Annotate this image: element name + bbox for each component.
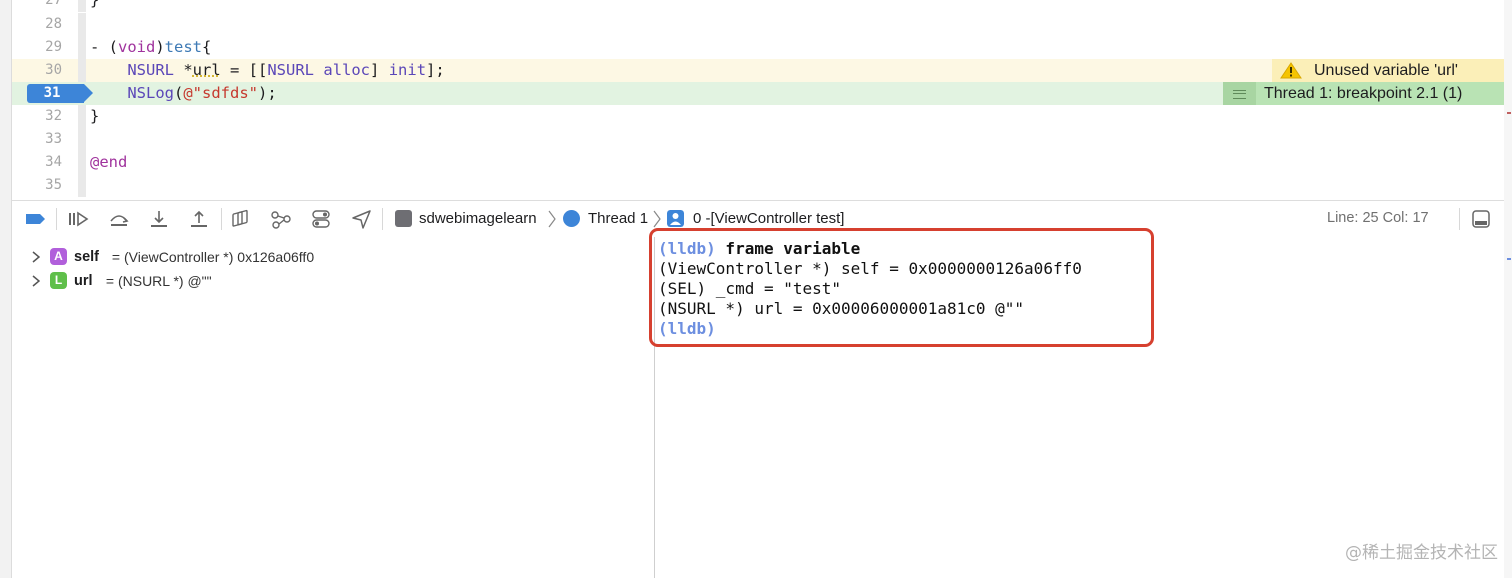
annotation-highlight-box <box>649 228 1154 347</box>
line-number: 28 <box>45 16 62 32</box>
warning-icon <box>1280 62 1302 79</box>
line-number: 31 <box>43 85 61 101</box>
breakpoint-text: Thread 1: breakpoint 2.1 (1) <box>1264 85 1463 102</box>
local-badge: L <box>50 272 67 289</box>
debug-view-hierarchy-icon[interactable] <box>230 209 252 229</box>
line-number: 34 <box>45 154 62 170</box>
code-line[interactable]: 33 <box>12 128 1504 151</box>
toggle-console-icon[interactable] <box>1470 209 1492 229</box>
toolbar-divider <box>221 208 222 230</box>
line-number: 33 <box>45 131 62 147</box>
warning-annotation[interactable]: Unused variable 'url' <box>1272 59 1504 82</box>
environment-overrides-icon[interactable] <box>310 209 332 229</box>
line-number: 27 <box>45 0 62 8</box>
step-over-icon[interactable] <box>108 209 130 229</box>
code-text: @end <box>90 153 128 171</box>
line-number: 32 <box>45 108 62 124</box>
code-line[interactable]: 28 <box>12 13 1504 36</box>
gutter-bar <box>78 13 86 36</box>
memory-graph-icon[interactable] <box>270 209 292 229</box>
thread-icon <box>563 210 580 227</box>
breadcrumb-project[interactable]: sdwebimagelearn <box>419 201 537 236</box>
toolbar-divider <box>56 208 57 230</box>
gutter-bar <box>78 151 86 174</box>
code-text: } <box>90 107 100 125</box>
line-number: 29 <box>45 39 62 55</box>
right-minimap-strip <box>1503 0 1512 578</box>
source-editor[interactable]: 27 } 28 29 - (void)test{ 30 NSURL *url =… <box>12 0 1504 200</box>
watermark: @稀土掘金技术社区 <box>1345 543 1498 563</box>
line-number: 30 <box>45 62 62 78</box>
app-target-icon <box>395 210 412 227</box>
lines-icon <box>1233 90 1246 99</box>
variable-value: = (NSURL *) @"" <box>102 273 212 289</box>
user-frame-icon <box>667 210 684 227</box>
line-number: 35 <box>45 177 62 193</box>
breakpoint-annotation[interactable]: Thread 1: breakpoint 2.1 (1) <box>1223 82 1504 105</box>
gutter-bar <box>78 0 86 12</box>
line-col-indicator: Line: 25 Col: 17 <box>1327 210 1429 226</box>
code-line[interactable]: 32 } <box>12 105 1504 128</box>
code-line[interactable]: 34 @end <box>12 151 1504 174</box>
disclosure-triangle-icon[interactable] <box>32 251 40 263</box>
gutter-bar <box>78 59 86 82</box>
code-text: } <box>90 0 100 9</box>
code-line[interactable]: 27 } <box>12 0 1504 12</box>
gutter-bar <box>78 128 86 151</box>
variable-value: = (ViewController *) 0x126a06ff0 <box>108 249 315 265</box>
annotation-toggle[interactable] <box>1223 82 1256 105</box>
chevron-right-icon <box>548 210 556 228</box>
variable-row[interactable]: A self = (ViewController *) 0x126a06ff0 <box>12 246 652 268</box>
left-gutter-strip <box>0 0 12 578</box>
chevron-right-icon <box>653 210 661 228</box>
code-text: - (void)test{ <box>90 38 212 56</box>
simulate-location-icon[interactable] <box>350 209 372 229</box>
toolbar-divider <box>1459 208 1460 230</box>
variable-row[interactable]: L url = (NSURL *) @"" <box>12 270 652 292</box>
minimap-mark <box>1507 258 1511 260</box>
step-out-icon[interactable] <box>188 209 210 229</box>
argument-badge: A <box>50 248 67 265</box>
toolbar-divider <box>382 208 383 230</box>
code-line[interactable]: 35 <box>12 174 1504 197</box>
gutter-bar <box>78 174 86 197</box>
code-line[interactable]: 29 - (void)test{ <box>12 36 1504 59</box>
variable-name: self <box>74 249 99 265</box>
minimap-mark <box>1507 112 1511 114</box>
warning-text: Unused variable 'url' <box>1314 62 1458 79</box>
gutter-bar <box>78 36 86 59</box>
code-text: NSLog(@"sdfds"); <box>127 84 277 102</box>
breadcrumb-thread[interactable]: Thread 1 <box>588 201 648 236</box>
variables-view[interactable]: A self = (ViewController *) 0x126a06ff0 … <box>12 237 654 578</box>
breakpoint-toggle-icon[interactable] <box>24 209 46 229</box>
code-text: NSURL *url = [[NSURL alloc] init]; <box>127 61 445 79</box>
gutter-bar <box>78 105 86 128</box>
continue-icon[interactable] <box>67 209 89 229</box>
variable-name: url <box>74 273 93 289</box>
step-into-icon[interactable] <box>148 209 170 229</box>
disclosure-triangle-icon[interactable] <box>32 275 40 287</box>
